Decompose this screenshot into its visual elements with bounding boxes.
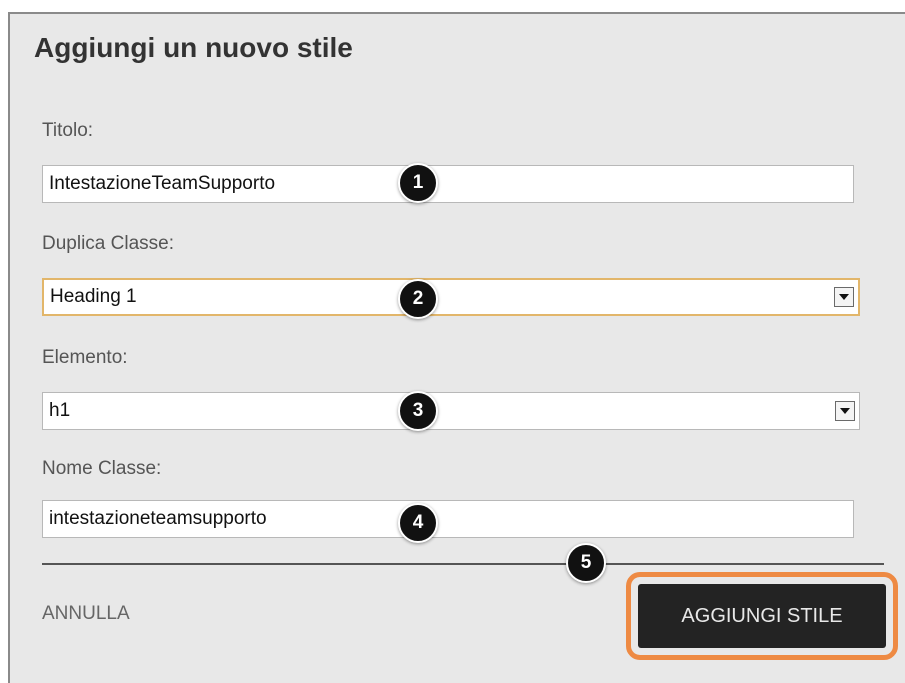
chevron-down-icon[interactable]: [835, 401, 855, 421]
footer-divider: [42, 563, 884, 565]
element-select[interactable]: h1: [42, 392, 860, 430]
title-label: Titolo:: [42, 120, 94, 141]
cancel-link[interactable]: ANNULLA: [42, 603, 130, 625]
step-marker-5: 5: [566, 543, 606, 583]
step-marker-2: 2: [398, 279, 438, 319]
step-marker-3: 3: [398, 391, 438, 431]
class-name-label: Nome Classe:: [42, 458, 162, 479]
add-style-button[interactable]: AGGIUNGI STILE: [638, 584, 886, 648]
element-value: h1: [49, 400, 71, 421]
title-input[interactable]: IntestazioneTeamSupporto: [42, 165, 854, 203]
chevron-down-icon[interactable]: [834, 287, 854, 307]
step-marker-4: 4: [398, 503, 438, 543]
duplicate-class-select[interactable]: Heading 1: [42, 278, 860, 316]
element-label: Elemento:: [42, 347, 128, 368]
dialog-title: Aggiungi un nuovo stile: [34, 32, 353, 63]
step-marker-1: 1: [398, 163, 438, 203]
class-name-input[interactable]: intestazioneteamsupporto: [42, 500, 854, 538]
duplicate-class-value: Heading 1: [50, 286, 137, 307]
duplicate-class-label: Duplica Classe:: [42, 233, 174, 254]
screenshot-frame: Aggiungi un nuovo stile Titolo: Intestaz…: [0, 0, 905, 683]
